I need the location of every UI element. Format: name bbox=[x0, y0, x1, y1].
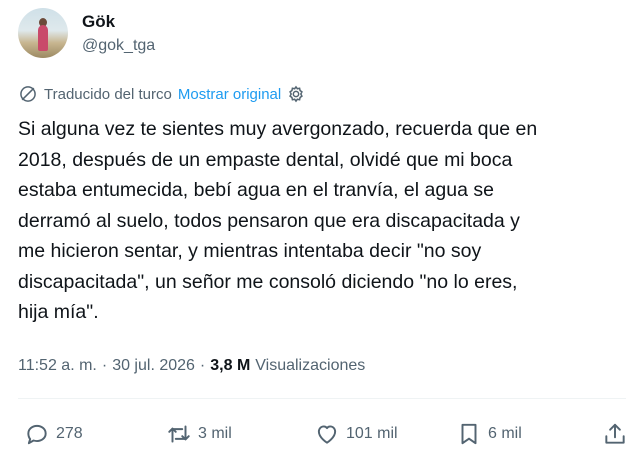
heart-icon bbox=[317, 425, 337, 444]
show-original-link[interactable]: Mostrar original bbox=[178, 86, 281, 103]
translation-notice: Traducido del turco Mostrar original bbox=[18, 84, 306, 104]
tweet-text: Si alguna vez te sientes muy avergonzado… bbox=[18, 118, 538, 323]
tweet-date[interactable]: 30 jul. 2026 bbox=[112, 357, 195, 375]
action-bar: 278 3 mil 101 mil 6 mil bbox=[24, 421, 628, 449]
share-button[interactable] bbox=[602, 421, 634, 447]
author-name[interactable]: Gök bbox=[82, 12, 115, 32]
reply-button[interactable]: 278 bbox=[24, 421, 83, 447]
views-label[interactable]: Visualizaciones bbox=[255, 357, 365, 375]
views-count[interactable]: 3,8 M bbox=[210, 357, 250, 375]
reply-count: 278 bbox=[56, 425, 83, 442]
divider bbox=[18, 398, 626, 399]
reply-icon bbox=[27, 424, 47, 445]
gear-icon[interactable] bbox=[286, 84, 306, 104]
share-icon bbox=[605, 423, 625, 444]
retweet-count: 3 mil bbox=[198, 425, 232, 442]
bookmark-button[interactable]: 6 mil bbox=[456, 421, 522, 447]
translate-icon bbox=[20, 86, 36, 102]
like-count: 101 mil bbox=[346, 425, 398, 442]
author-avatar[interactable] bbox=[18, 8, 68, 58]
retweet-button[interactable]: 3 mil bbox=[166, 421, 232, 447]
bookmark-icon bbox=[461, 423, 477, 445]
bookmark-count: 6 mil bbox=[488, 425, 522, 442]
author-handle[interactable]: @gok_tga bbox=[82, 37, 155, 55]
tweet-time[interactable]: 11:52 a. m. bbox=[18, 357, 97, 375]
avatar-figure-body bbox=[38, 25, 48, 51]
tweet-meta: 11:52 a. m. · 30 jul. 2026 · 3,8 M Visua… bbox=[18, 357, 365, 375]
retweet-icon bbox=[168, 425, 190, 443]
meta-separator: · bbox=[199, 357, 206, 374]
translation-label: Traducido del turco bbox=[44, 85, 172, 103]
meta-separator: · bbox=[101, 357, 108, 374]
like-button[interactable]: 101 mil bbox=[314, 421, 398, 447]
